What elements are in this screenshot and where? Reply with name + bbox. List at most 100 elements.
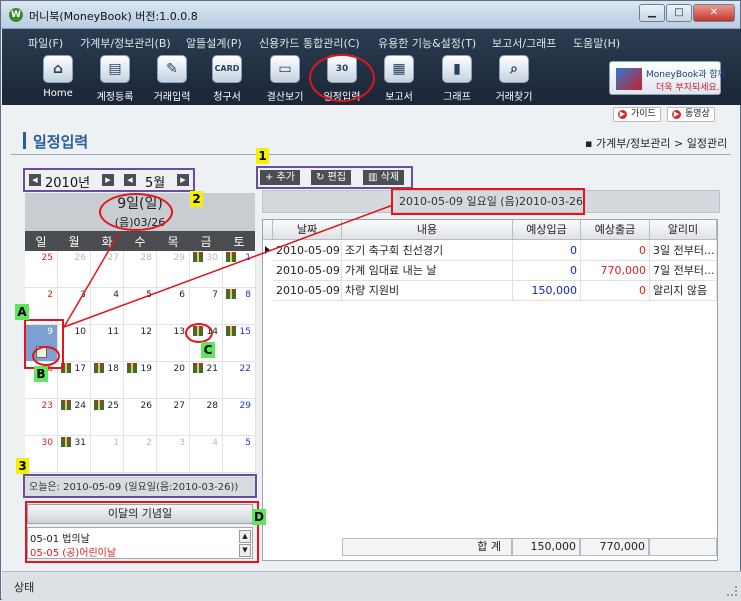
toolbar-transaction-entry[interactable]: ✎ 거래입력 xyxy=(142,55,202,103)
close-button[interactable]: ✕ xyxy=(693,4,735,22)
calendar-day-cell[interactable]: 28 xyxy=(190,399,223,436)
calendar-day-number: 31 xyxy=(74,438,86,448)
report-icon: ▦ xyxy=(384,55,414,83)
menu-help[interactable]: 도움말(H) xyxy=(573,35,620,51)
calendar-day-cell[interactable]: 4 xyxy=(91,288,124,325)
calendar-day-number: 5 xyxy=(245,438,251,448)
video-button[interactable]: ▶ 동영상 xyxy=(667,107,715,122)
calendar-day-cell[interactable]: 18 xyxy=(91,362,124,399)
calendar-day-cell[interactable]: 15 xyxy=(223,325,256,362)
gift-icon[interactable] xyxy=(193,252,203,262)
calendar-day-cell[interactable]: 26 xyxy=(124,399,157,436)
column-header-content[interactable]: 내용 xyxy=(342,220,513,240)
close-icon: ✕ xyxy=(709,7,719,18)
gift-icon[interactable] xyxy=(226,289,236,299)
annotation-marker-2: 2 xyxy=(190,191,203,207)
calendar-day-cell[interactable]: 23 xyxy=(25,399,58,436)
total-empty-cell xyxy=(649,538,717,556)
calendar-day-cell[interactable]: 3 xyxy=(157,436,190,473)
toolbar-report[interactable]: ▦ 보고서 xyxy=(369,55,429,103)
gift-icon[interactable] xyxy=(127,363,137,373)
calendar-day-cell[interactable]: 20 xyxy=(157,362,190,399)
calendar-day-number: 2 xyxy=(146,438,152,448)
toolbar-settlement[interactable]: ▭ 결산보기 xyxy=(255,55,315,103)
card-bill-icon: CARD xyxy=(212,55,242,83)
calendar-day-cell[interactable]: 12 xyxy=(124,325,157,362)
toolbar-label: Home xyxy=(43,88,73,99)
calendar-day-cell[interactable]: 24 xyxy=(58,399,91,436)
maximize-icon: □ xyxy=(674,7,684,18)
gift-icon[interactable] xyxy=(61,437,71,447)
calendar-day-cell[interactable]: 26 xyxy=(58,251,91,288)
brand-banner[interactable]: MoneyBook과 함께 더욱 부자되세요. xyxy=(609,61,726,95)
calendar-day-number: 5 xyxy=(146,290,152,300)
gift-icon[interactable] xyxy=(94,400,104,410)
calendar-day-cell[interactable]: 31 xyxy=(58,436,91,473)
calendar-day-cell[interactable]: 29 xyxy=(157,251,190,288)
calendar-day-cell[interactable]: 21 xyxy=(190,362,223,399)
calendar-day-number: 15 xyxy=(239,327,251,337)
table-cell-date: 2010-05-09 xyxy=(273,281,342,301)
calendar-day-cell[interactable]: 1 xyxy=(223,251,256,288)
annotation-box-date-header xyxy=(391,188,585,215)
gift-icon[interactable] xyxy=(193,363,203,373)
calendar-day-cell[interactable]: 5 xyxy=(223,436,256,473)
calendar-day-cell[interactable]: 28 xyxy=(124,251,157,288)
toolbar-card-bill[interactable]: CARD 청구서 xyxy=(197,55,257,103)
maximize-button[interactable]: □ xyxy=(666,4,692,22)
calendar-day-cell[interactable]: 30 xyxy=(190,251,223,288)
toolbar-graph[interactable]: ▮ 그래프 xyxy=(427,55,487,103)
menu-report[interactable]: 보고서/그래프 xyxy=(492,35,556,51)
resize-grip-icon[interactable] xyxy=(727,586,737,596)
transaction-entry-icon: ✎ xyxy=(157,55,187,83)
column-header-alarm[interactable]: 알리미 xyxy=(650,220,717,240)
gift-icon[interactable] xyxy=(226,252,236,262)
menu-tools[interactable]: 유용한 기능&설정(T) xyxy=(378,35,476,51)
calendar-day-cell[interactable]: 27 xyxy=(91,251,124,288)
app-window: W 머니북(MoneyBook) 버전:1.0.0.8 ▁ □ ✕ 파일(F) … xyxy=(0,0,741,600)
column-header-expense[interactable]: 예상출금 xyxy=(581,220,650,240)
title-bar[interactable]: W 머니북(MoneyBook) 버전:1.0.0.8 ▁ □ ✕ xyxy=(1,1,740,29)
menu-file[interactable]: 파일(F) xyxy=(28,35,63,51)
gift-icon[interactable] xyxy=(61,400,71,410)
calendar-day-cell[interactable]: 22 xyxy=(223,362,256,399)
menu-plan[interactable]: 알뜰설계(P) xyxy=(186,35,242,51)
calendar-day-cell[interactable]: 19 xyxy=(124,362,157,399)
calendar-day-cell[interactable]: 29 xyxy=(223,399,256,436)
minimize-button[interactable]: ▁ xyxy=(639,4,665,22)
gift-icon[interactable] xyxy=(94,363,104,373)
calendar-day-number: 20 xyxy=(173,364,185,374)
calendar-day-cell[interactable]: 11 xyxy=(91,325,124,362)
calendar-day-cell[interactable]: 1 xyxy=(91,436,124,473)
calendar-day-cell[interactable]: 27 xyxy=(157,399,190,436)
guide-button[interactable]: ▶ 가이드 xyxy=(613,107,661,122)
menu-card[interactable]: 신용카드 통합관리(C) xyxy=(259,35,360,51)
calendar-day-number: 18 xyxy=(107,364,119,374)
table-cell-out: 0 xyxy=(581,281,650,301)
calendar-day-cell[interactable]: 8 xyxy=(223,288,256,325)
calendar-day-number: 4 xyxy=(113,290,119,300)
calendar-day-cell[interactable]: 25 xyxy=(25,251,58,288)
calendar-day-cell[interactable]: 7 xyxy=(190,288,223,325)
calendar-day-number: 13 xyxy=(173,327,185,337)
toolbar-search[interactable]: ⌕ 거래찾기 xyxy=(484,55,544,103)
calendar-day-number: 2 xyxy=(47,290,53,300)
calendar-day-cell[interactable]: 25 xyxy=(91,399,124,436)
calendar-day-cell[interactable]: 30 xyxy=(25,436,58,473)
calendar-day-number: 29 xyxy=(239,401,251,411)
column-header-date[interactable]: 날짜 xyxy=(273,220,342,240)
calendar-day-cell[interactable]: 2 xyxy=(124,436,157,473)
annotation-circle-schedule xyxy=(309,54,375,102)
brand-line2: 더욱 부자되세요. xyxy=(656,83,720,93)
toolbar-home[interactable]: ⌂ Home xyxy=(28,55,88,101)
menu-ledger[interactable]: 가계부/정보관리(B) xyxy=(80,35,171,51)
calendar-day-number: 3 xyxy=(179,438,185,448)
gift-icon[interactable] xyxy=(226,326,236,336)
weekday-label: 화 xyxy=(101,235,113,249)
calendar-day-cell[interactable]: 4 xyxy=(190,436,223,473)
calendar-day-number: 29 xyxy=(173,253,185,263)
calendar-day-cell[interactable]: 6 xyxy=(157,288,190,325)
column-header-income[interactable]: 예상입금 xyxy=(513,220,581,240)
toolbar-account-register[interactable]: ▤ 계정등록 xyxy=(85,55,145,103)
calendar-day-cell[interactable]: 5 xyxy=(124,288,157,325)
